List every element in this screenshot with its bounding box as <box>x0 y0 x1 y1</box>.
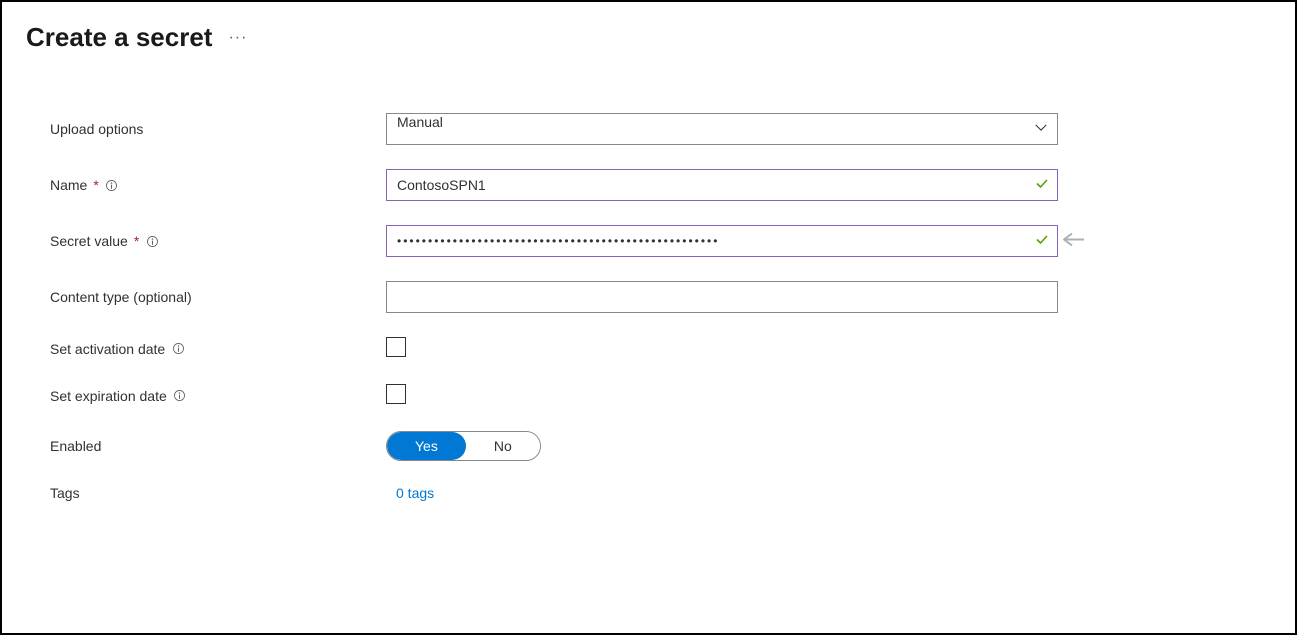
required-star-icon: * <box>93 177 98 193</box>
arrow-left-icon <box>1062 231 1086 252</box>
enabled-no-button[interactable]: No <box>466 432 540 460</box>
activation-date-label: Set activation date <box>50 341 386 357</box>
content-type-input[interactable] <box>386 281 1058 313</box>
secret-value-input[interactable] <box>386 225 1058 257</box>
info-icon[interactable] <box>171 342 185 356</box>
info-icon[interactable] <box>173 389 187 403</box>
info-icon[interactable] <box>105 178 119 192</box>
upload-options-select[interactable]: Manual <box>386 113 1058 145</box>
secret-value-label: Secret value * <box>50 233 386 249</box>
activation-date-checkbox[interactable] <box>386 337 406 357</box>
enabled-label: Enabled <box>50 438 386 454</box>
content-type-label: Content type (optional) <box>50 289 386 305</box>
more-actions-icon[interactable]: ··· <box>228 29 247 47</box>
enabled-yes-button[interactable]: Yes <box>387 432 466 460</box>
page-title: Create a secret <box>26 22 212 53</box>
name-label: Name * <box>50 177 386 193</box>
name-input[interactable] <box>386 169 1058 201</box>
enabled-toggle[interactable]: Yes No <box>386 431 541 461</box>
tags-label: Tags <box>50 485 386 501</box>
required-star-icon: * <box>134 233 139 249</box>
upload-options-label: Upload options <box>50 121 386 137</box>
expiration-date-label: Set expiration date <box>50 388 386 404</box>
info-icon[interactable] <box>145 234 159 248</box>
tags-link[interactable]: 0 tags <box>386 485 434 501</box>
expiration-date-checkbox[interactable] <box>386 384 406 404</box>
